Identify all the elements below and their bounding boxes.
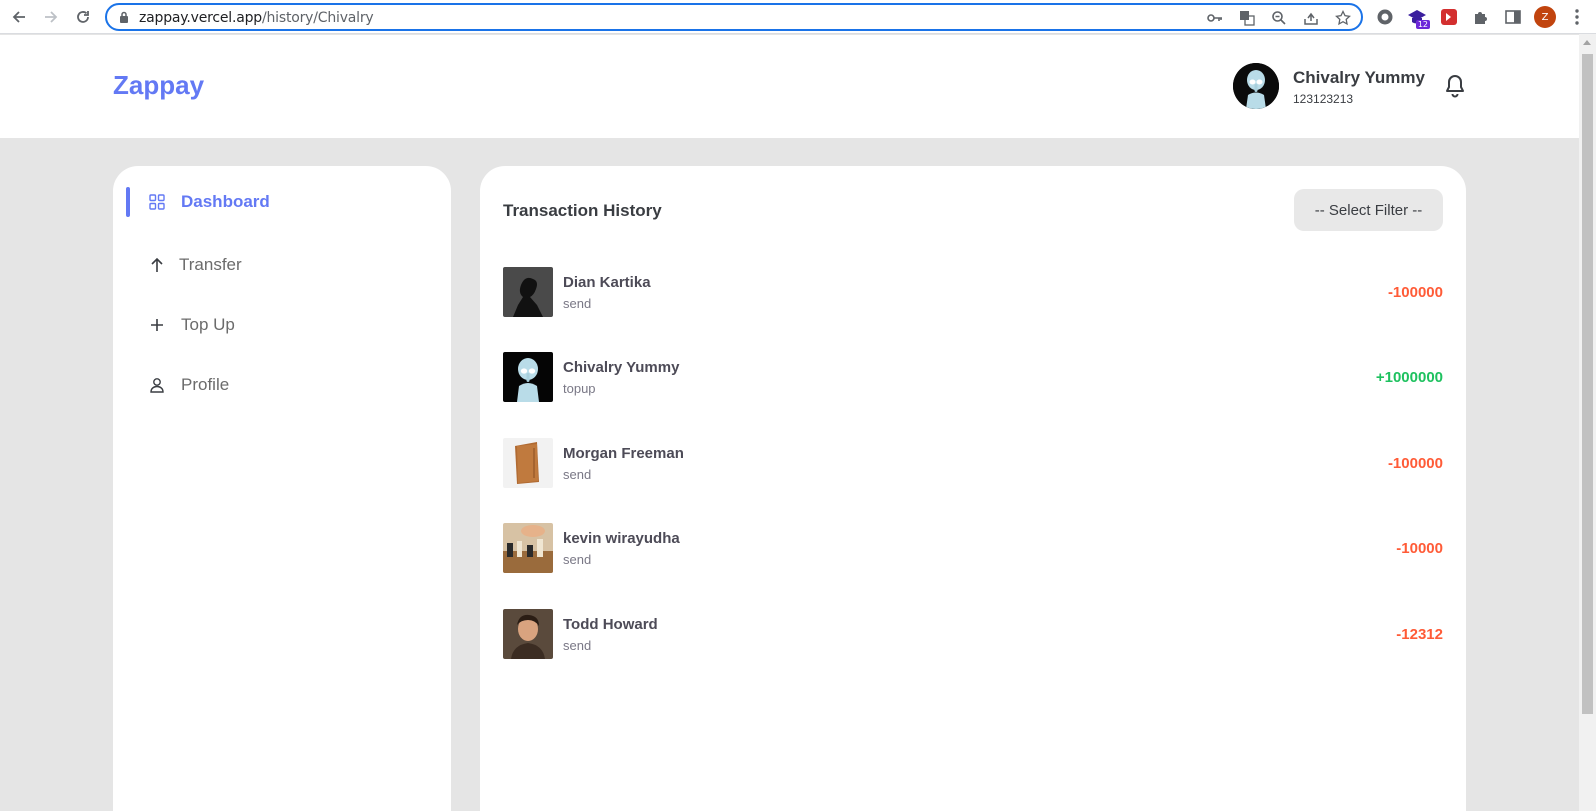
scroll-up-arrow-icon[interactable] <box>1583 40 1591 45</box>
back-button[interactable] <box>7 5 31 29</box>
transaction-type: topup <box>563 381 596 396</box>
puzzle-icon[interactable] <box>1468 5 1494 29</box>
menu-kebab-icon[interactable] <box>1564 5 1590 29</box>
transaction-amount: -100000 <box>1387 284 1443 301</box>
reload-button[interactable] <box>71 5 95 29</box>
reload-icon <box>77 11 89 23</box>
app-header: Zappay Chivalry Yummy 123123213 <box>0 35 1579 138</box>
transaction-row[interactable]: kevin wirayudha send -10000 <box>503 523 1443 575</box>
transaction-name: Todd Howard <box>563 616 658 633</box>
transaction-row[interactable]: Morgan Freeman send -100000 <box>503 438 1443 490</box>
star-icon[interactable] <box>1333 9 1353 27</box>
address-bar[interactable]: zappay.vercel.app/history/Chivalry <box>105 3 1363 31</box>
avatar[interactable] <box>1233 63 1279 109</box>
transaction-amount: -12312 <box>1396 626 1443 643</box>
transaction-amount: -10000 <box>1396 540 1443 557</box>
url-host: zappay.vercel.app <box>139 10 262 26</box>
sidebar-item-top-up[interactable]: Top Up <box>135 310 235 340</box>
transaction-name: Morgan Freeman <box>563 445 684 462</box>
plus-icon <box>145 313 169 337</box>
page-scrollbar[interactable] <box>1579 34 1596 811</box>
active-indicator <box>126 187 130 217</box>
avatar <box>503 352 553 402</box>
sidebar-item-dashboard[interactable]: Dashboard <box>126 187 270 217</box>
wallet-image <box>503 438 553 488</box>
user-icon <box>145 373 169 397</box>
page-title: Transaction History <box>503 201 662 220</box>
lock-icon <box>120 11 128 23</box>
sidebar: Dashboard Transfer Top Up Profile <box>113 166 451 811</box>
sidebar-item-profile[interactable]: Profile <box>135 370 229 400</box>
transaction-name: kevin wirayudha <box>563 530 680 547</box>
transaction-type: send <box>563 638 592 653</box>
translate-icon[interactable] <box>1237 9 1257 27</box>
grid-icon <box>145 190 169 214</box>
silhouette-image <box>503 267 553 317</box>
extension-globe-icon[interactable] <box>1372 5 1398 29</box>
transaction-row[interactable]: Chivalry Yummy topup +1000000 <box>503 352 1443 404</box>
profile-initial: Z <box>1534 6 1556 28</box>
sidebar-item-label: Dashboard <box>181 192 270 211</box>
notification-bell-button[interactable] <box>1443 73 1467 99</box>
scroll-thumb[interactable] <box>1582 54 1593 714</box>
forward-button[interactable] <box>39 5 63 29</box>
arrow-left-icon <box>12 11 25 23</box>
arrow-up-icon <box>145 253 169 277</box>
sidebar-item-transfer[interactable]: Transfer <box>135 250 242 280</box>
url-text: zappay.vercel.app/history/Chivalry <box>139 10 374 26</box>
sidebar-item-label: Profile <box>181 375 230 394</box>
profile-avatar-button[interactable]: Z <box>1532 5 1558 29</box>
sidebar-item-label: Transfer <box>179 255 242 274</box>
transaction-history-panel: Transaction History -- Select Filter -- … <box>480 166 1466 811</box>
extension-graduation-icon[interactable]: 12 <box>1404 5 1430 29</box>
bell-icon <box>1446 75 1464 98</box>
transaction-type: send <box>563 296 592 311</box>
transaction-amount: +1000000 <box>1375 369 1443 386</box>
filter-select-button[interactable]: -- Select Filter -- <box>1294 189 1443 231</box>
user-name: Chivalry Yummy <box>1293 68 1425 87</box>
arrow-right-icon <box>45 11 58 23</box>
browser-toolbar: zappay.vercel.app/history/Chivalry 12 Z <box>0 0 1596 34</box>
squidward-image <box>503 352 553 402</box>
portrait-image <box>503 609 553 659</box>
avatar <box>503 609 553 659</box>
zoom-out-icon[interactable] <box>1269 9 1289 27</box>
transaction-type: send <box>563 552 592 567</box>
transaction-type: send <box>563 467 592 482</box>
url-path: /history/Chivalry <box>261 10 374 26</box>
transaction-row[interactable]: Dian Kartika send -100000 <box>503 267 1443 319</box>
sidebar-item-label: Top Up <box>181 315 235 334</box>
avatar <box>503 267 553 317</box>
chess-image <box>503 523 553 573</box>
extension-red-icon[interactable] <box>1436 5 1462 29</box>
side-panel-icon[interactable] <box>1500 5 1526 29</box>
transaction-amount: -100000 <box>1387 455 1443 472</box>
extension-badge: 12 <box>1415 20 1430 29</box>
user-phone: 123123213 <box>1293 92 1354 106</box>
key-icon[interactable] <box>1205 9 1225 27</box>
app-logo[interactable]: Zappay <box>113 70 204 101</box>
avatar <box>503 438 553 488</box>
transaction-row[interactable]: Todd Howard send -12312 <box>503 609 1443 661</box>
share-icon[interactable] <box>1301 9 1321 27</box>
transaction-name: Dian Kartika <box>563 274 651 291</box>
transaction-name: Chivalry Yummy <box>563 359 680 376</box>
avatar <box>503 523 553 573</box>
squidward-avatar-image <box>1233 63 1279 109</box>
